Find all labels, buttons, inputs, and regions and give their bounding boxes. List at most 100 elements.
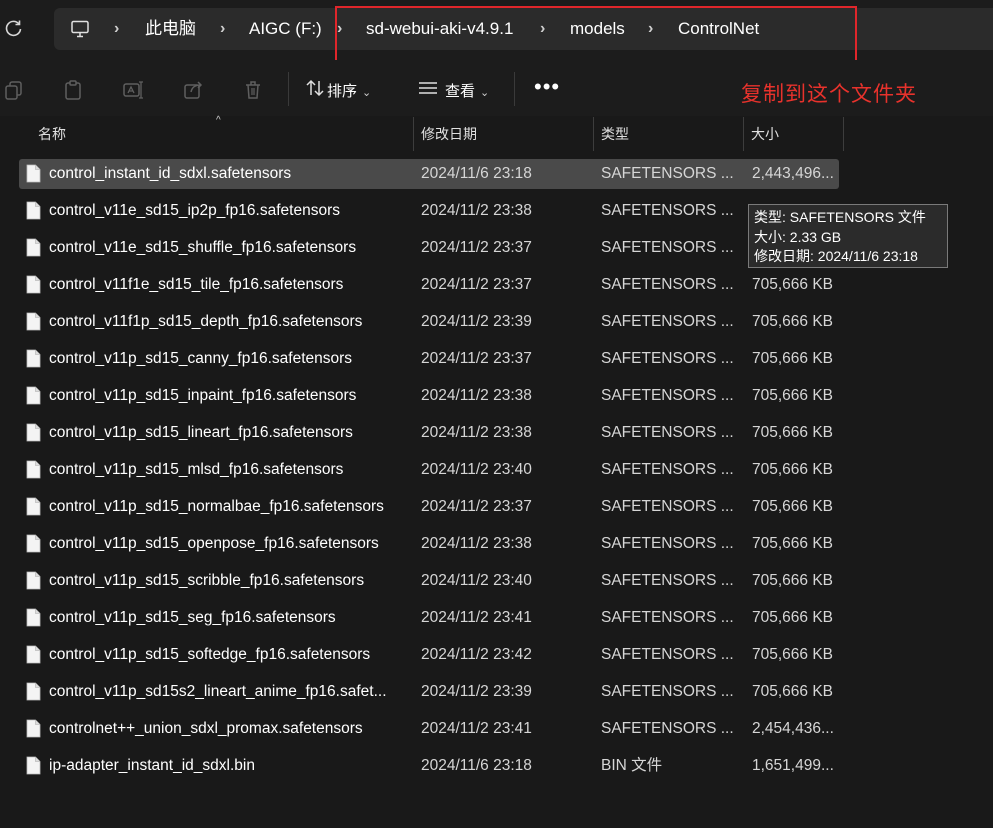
file-icon: [26, 275, 41, 294]
file-icon: [26, 423, 41, 442]
file-row[interactable]: control_v11p_sd15_canny_fp16.safetensors…: [19, 344, 839, 374]
more-options-button[interactable]: •••: [534, 72, 559, 102]
file-name: control_v11f1e_sd15_tile_fp16.safetensor…: [49, 276, 344, 293]
file-date: 2024/11/2 23:41: [421, 720, 532, 737]
view-button[interactable]: 查看 ⌄: [417, 78, 489, 102]
file-icon: [26, 386, 41, 405]
file-date: 2024/11/6 23:18: [421, 757, 532, 774]
file-date: 2024/11/6 23:18: [421, 165, 532, 182]
tooltip-type: 类型: SAFETENSORS 文件: [754, 209, 926, 225]
sort-button[interactable]: 排序 ⌄: [305, 78, 371, 102]
file-type: SAFETENSORS ...: [601, 683, 734, 700]
file-name: ip-adapter_instant_id_sdxl.bin: [49, 757, 255, 774]
file-date: 2024/11/2 23:37: [421, 350, 532, 367]
toolbar-divider: [288, 72, 289, 106]
file-type: SAFETENSORS ...: [601, 646, 734, 663]
breadcrumb-drive[interactable]: AIGC (F:): [249, 19, 322, 39]
file-size: 705,666 KB: [752, 313, 834, 330]
file-row[interactable]: control_v11f1e_sd15_tile_fp16.safetensor…: [19, 270, 839, 300]
file-date: 2024/11/2 23:38: [421, 202, 532, 219]
column-header-type[interactable]: 类型: [601, 117, 739, 151]
breadcrumb-this-pc[interactable]: 此电脑: [145, 19, 196, 39]
file-name: control_v11p_sd15_canny_fp16.safetensors: [49, 350, 353, 367]
column-divider[interactable]: [743, 117, 744, 151]
file-type: SAFETENSORS ...: [601, 535, 734, 552]
file-icon: [26, 608, 41, 627]
view-label: 查看: [445, 82, 476, 100]
file-date: 2024/11/2 23:38: [421, 424, 532, 441]
file-type: SAFETENSORS ...: [601, 350, 734, 367]
file-row[interactable]: controlnet++_union_sdxl_promax.safetenso…: [19, 714, 839, 744]
file-type: SAFETENSORS ...: [601, 239, 734, 256]
file-date: 2024/11/2 23:39: [421, 683, 532, 700]
share-icon[interactable]: [182, 79, 204, 101]
rename-icon[interactable]: [122, 79, 144, 101]
file-size: 705,666 KB: [752, 609, 834, 626]
file-type: SAFETENSORS ...: [601, 202, 734, 219]
file-row[interactable]: control_v11e_sd15_ip2p_fp16.safetensors 2…: [19, 196, 839, 226]
file-name: control_instant_id_sdxl.safetensors: [49, 165, 292, 182]
chevron-right-icon: ›: [114, 20, 120, 37]
refresh-icon[interactable]: [4, 18, 24, 38]
file-row[interactable]: control_instant_id_sdxl.safetensors 2024/…: [19, 159, 839, 189]
file-row[interactable]: control_v11p_sd15_inpaint_fp16.safetenso…: [19, 381, 839, 411]
file-date: 2024/11/2 23:38: [421, 387, 532, 404]
file-tooltip: 类型: SAFETENSORS 文件 大小: 2.33 GB 修改日期: 202…: [748, 204, 948, 268]
file-name: control_v11p_sd15_normalbae_fp16.safeten…: [49, 498, 384, 515]
column-header-date[interactable]: 修改日期: [421, 117, 589, 151]
file-row[interactable]: control_v11p_sd15_normalbae_fp16.safeten…: [19, 492, 839, 522]
file-size: 705,666 KB: [752, 350, 834, 367]
file-size: 2,454,436...: [752, 720, 834, 737]
file-size: 705,666 KB: [752, 498, 834, 515]
file-name: control_v11p_sd15_seg_fp16.safetensors: [49, 609, 336, 626]
file-type: SAFETENSORS ...: [601, 424, 734, 441]
computer-icon: [70, 19, 90, 39]
file-icon: [26, 238, 41, 257]
annotation-text: 复制到这个文件夹: [741, 83, 917, 106]
file-row[interactable]: control_v11f1p_sd15_depth_fp16.safetenso…: [19, 307, 839, 337]
file-row[interactable]: control_v11p_sd15_openpose_fp16.safetens…: [19, 529, 839, 559]
file-size: 705,666 KB: [752, 461, 834, 478]
file-name: control_v11p_sd15_softedge_fp16.safetens…: [49, 646, 371, 663]
paste-icon[interactable]: [62, 79, 84, 101]
column-header-name[interactable]: 名称: [38, 117, 408, 151]
file-name: control_v11p_sd15_mlsd_fp16.safetensors: [49, 461, 344, 478]
file-size: 705,666 KB: [752, 535, 834, 552]
file-type: SAFETENSORS ...: [601, 387, 734, 404]
file-type: SAFETENSORS ...: [601, 498, 734, 515]
file-icon: [26, 312, 41, 331]
file-date: 2024/11/2 23:37: [421, 498, 532, 515]
file-type: SAFETENSORS ...: [601, 720, 734, 737]
column-divider[interactable]: [843, 117, 844, 151]
column-divider[interactable]: [413, 117, 414, 151]
column-divider[interactable]: [593, 117, 594, 151]
file-date: 2024/11/2 23:40: [421, 572, 532, 589]
column-header-size[interactable]: 大小: [751, 117, 841, 151]
delete-icon[interactable]: [242, 79, 264, 101]
file-size: 705,666 KB: [752, 683, 834, 700]
file-name: control_v11e_sd15_shuffle_fp16.safetenso…: [49, 239, 357, 256]
file-row[interactable]: control_v11p_sd15_seg_fp16.safetensors 20…: [19, 603, 839, 633]
file-date: 2024/11/2 23:39: [421, 313, 532, 330]
file-date: 2024/11/2 23:38: [421, 535, 532, 552]
file-size: 705,666 KB: [752, 424, 834, 441]
file-type: SAFETENSORS ...: [601, 276, 734, 293]
file-row[interactable]: control_v11e_sd15_shuffle_fp16.safetenso…: [19, 233, 839, 263]
file-row[interactable]: control_v11p_sd15_lineart_fp16.safetenso…: [19, 418, 839, 448]
file-row[interactable]: control_v11p_sd15_scribble_fp16.safetens…: [19, 566, 839, 596]
file-icon: [26, 164, 41, 183]
tooltip-size: 大小: 2.33 GB: [754, 228, 842, 245]
file-icon: [26, 682, 41, 701]
file-icon: [26, 201, 41, 220]
file-row[interactable]: control_v11p_sd15_softedge_fp16.safetens…: [19, 640, 839, 670]
view-icon: [417, 78, 445, 106]
copy-icon[interactable]: [3, 79, 25, 101]
file-icon: [26, 571, 41, 590]
file-row[interactable]: control_v11p_sd15s2_lineart_anime_fp16.s…: [19, 677, 839, 707]
chevron-right-icon: ›: [220, 20, 226, 37]
file-row[interactable]: ip-adapter_instant_id_sdxl.bin 2024/11/6 …: [19, 751, 839, 781]
file-row[interactable]: control_v11p_sd15_mlsd_fp16.safetensors 2…: [19, 455, 839, 485]
file-type: BIN 文件: [601, 757, 663, 774]
highlight-annotation-box: [335, 6, 857, 63]
file-icon: [26, 460, 41, 479]
